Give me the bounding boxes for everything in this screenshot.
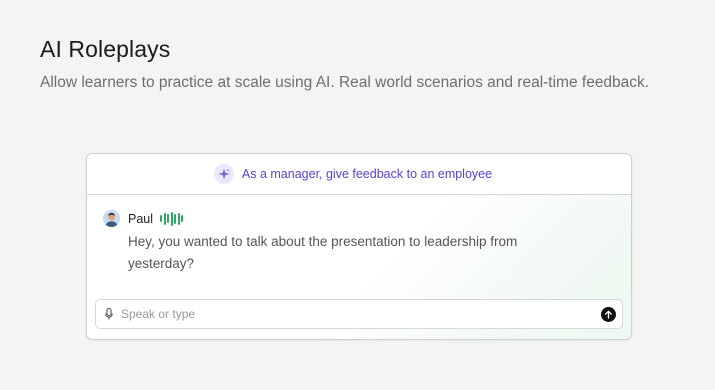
microphone-icon[interactable] <box>103 307 115 321</box>
scenario-text: As a manager, give feedback to an employ… <box>241 167 493 181</box>
speak-or-type-input[interactable] <box>121 307 601 321</box>
sparkle-icon <box>213 164 234 184</box>
send-button[interactable] <box>601 306 616 322</box>
composer <box>95 299 623 329</box>
chat-message: Paul Hey, you wanted to talk about the p… <box>103 210 603 274</box>
message-header: Paul <box>103 210 603 227</box>
scenario-header: As a manager, give feedback to an employ… <box>87 154 631 195</box>
send-arrow-icon <box>604 310 613 319</box>
roleplay-card: As a manager, give feedback to an employ… <box>86 153 632 340</box>
message-text: Hey, you wanted to talk about the presen… <box>128 234 518 271</box>
page-title: AI Roleplays <box>40 36 171 62</box>
speaker-name: Paul <box>128 211 154 226</box>
page: AI Roleplays Allow learners to practice … <box>0 0 715 390</box>
avatar <box>103 210 120 227</box>
page-subtitle: Allow learners to practice at scale usin… <box>40 74 650 91</box>
audio-wave-icon <box>160 211 185 226</box>
